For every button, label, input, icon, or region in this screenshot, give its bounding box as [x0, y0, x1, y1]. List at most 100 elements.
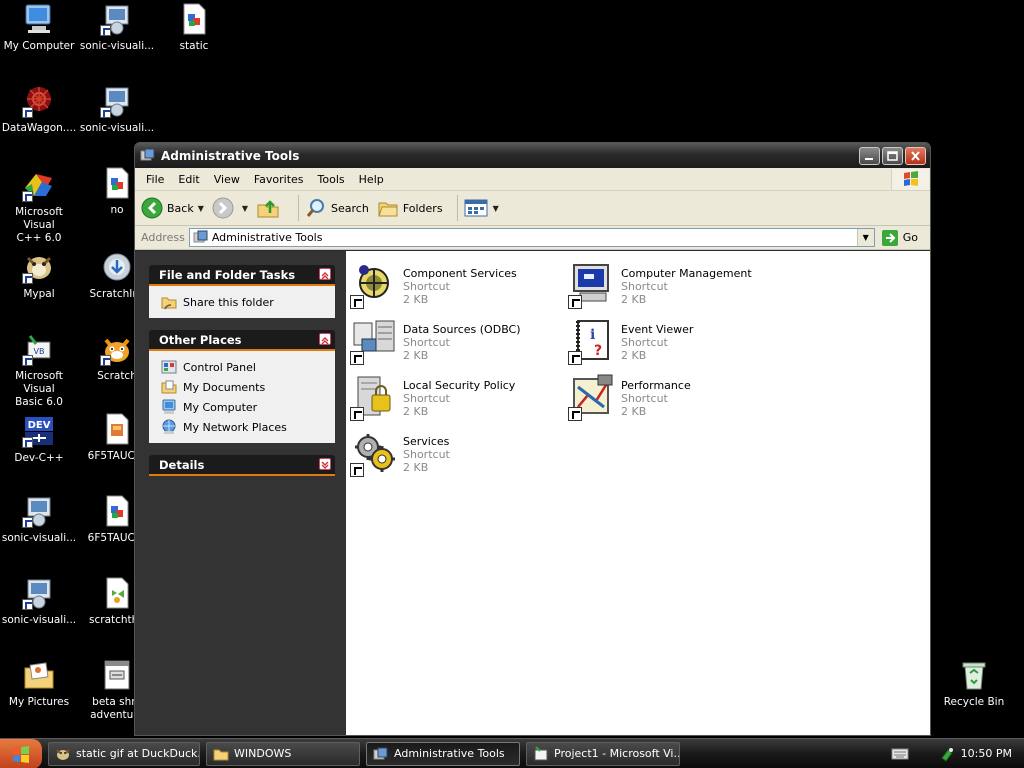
back-button[interactable]: Back ▼	[141, 197, 204, 219]
collapse-chevron-icon[interactable]	[319, 333, 331, 345]
svg-text:i: i	[590, 327, 595, 343]
desktop-icon-sonic-visualiser-1[interactable]: sonic-visuali...	[78, 2, 156, 53]
task-pane: File and Folder Tasks Share this folder …	[135, 251, 346, 735]
maximize-button[interactable]	[882, 146, 903, 165]
file-folder-tasks-header[interactable]: File and Folder Tasks	[149, 265, 335, 286]
data-sources-icon	[350, 317, 398, 365]
svg-text:DEV: DEV	[28, 420, 51, 431]
keyboard-icon[interactable]	[891, 747, 909, 761]
title-bar[interactable]: Administrative Tools	[135, 143, 930, 168]
desktop-icon-sonic-visualiser-2[interactable]: sonic-visuali...	[78, 84, 156, 135]
back-dropdown-icon[interactable]: ▼	[198, 204, 204, 213]
menu-edit[interactable]: Edit	[171, 173, 206, 186]
task-windows-folder[interactable]: WINDOWS	[206, 741, 360, 766]
menu-favorites[interactable]: Favorites	[247, 173, 311, 186]
close-button[interactable]	[905, 146, 926, 165]
image-file-icon	[100, 412, 134, 446]
views-icon	[464, 199, 488, 217]
my-computer-icon	[162, 399, 176, 414]
task-administrative-tools[interactable]: Administrative Tools	[366, 741, 520, 766]
address-input[interactable]: Administrative Tools ▼	[188, 228, 875, 247]
desktop-icon-visual-cpp[interactable]: Microsoft Visual C++ 6.0	[0, 168, 78, 245]
share-folder-icon	[161, 297, 177, 310]
folders-label: Folders	[402, 201, 443, 215]
menu-file[interactable]: File	[139, 173, 171, 186]
datawagon-icon	[22, 84, 56, 118]
installer-icon	[100, 2, 134, 36]
expand-chevron-icon[interactable]	[319, 458, 331, 470]
window-title: Administrative Tools	[161, 148, 300, 163]
other-places-header[interactable]: Other Places	[149, 330, 335, 351]
control-panel-link[interactable]: Control Panel	[161, 357, 335, 377]
other-places-panel: Other Places Control Panel My Documents	[149, 330, 335, 443]
minimize-button[interactable]	[859, 146, 880, 165]
go-arrow-icon	[881, 229, 898, 246]
details-header[interactable]: Details	[149, 455, 335, 476]
forward-arrow-icon	[212, 197, 234, 219]
my-network-places-link[interactable]: My Network Places	[161, 417, 335, 437]
file-item-computer-management[interactable]: Computer Management Shortcut 2 KB	[564, 257, 774, 309]
visual-cpp-icon	[22, 168, 56, 202]
go-button[interactable]: Go	[881, 229, 918, 247]
system-tray: 10:50 PM	[881, 739, 1024, 768]
my-documents-icon	[161, 380, 177, 394]
menu-view[interactable]: View	[207, 173, 247, 186]
minimize-icon	[865, 157, 873, 160]
address-dropdown-button[interactable]: ▼	[856, 229, 874, 246]
desktop-icon-sonic-visualiser-3[interactable]: sonic-visuali...	[0, 494, 78, 545]
windows-flag-icon	[904, 171, 918, 186]
browser-icon	[56, 748, 70, 760]
my-computer-link[interactable]: My Computer	[161, 397, 335, 417]
task-duckduckgo[interactable]: static gif at DuckDuck...	[48, 741, 200, 766]
clock[interactable]: 10:50 PM	[961, 747, 1012, 760]
folders-button[interactable]: Folders	[377, 197, 443, 219]
file-item-data-sources[interactable]: Data Sources (ODBC) Shortcut 2 KB	[346, 313, 556, 365]
address-value: Administrative Tools	[211, 231, 323, 244]
app-window-icon	[100, 658, 134, 692]
event-viewer-icon: i?	[568, 317, 616, 365]
safely-remove-hardware-icon[interactable]	[939, 746, 955, 762]
desktop-icon-my-pictures[interactable]: My Pictures	[0, 658, 78, 709]
desktop-icon-devcpp[interactable]: DEV Dev-C++	[0, 414, 78, 465]
collapse-chevron-icon[interactable]	[319, 268, 331, 280]
desktop-icon-my-computer[interactable]: My Computer	[0, 2, 78, 53]
desktop-icon-static[interactable]: static	[155, 2, 233, 53]
my-pictures-icon	[22, 658, 56, 692]
services-icon	[350, 429, 398, 477]
installer-icon	[100, 84, 134, 118]
explorer-window: Administrative Tools File Edit View Favo…	[134, 142, 931, 736]
forward-button[interactable]: ▼	[212, 197, 248, 219]
maximize-icon	[887, 150, 898, 161]
file-item-component-services[interactable]: Component Services Shortcut 2 KB	[346, 257, 556, 309]
search-icon	[306, 199, 325, 217]
file-folder-tasks-body: Share this folder	[149, 286, 335, 318]
task-project1-visual-basic[interactable]: Project1 - Microsoft Vi...	[526, 741, 680, 766]
windows-logo	[891, 169, 929, 190]
views-button[interactable]: ▼	[464, 198, 499, 218]
desktop-icon-datawagon[interactable]: DataWagon....	[0, 84, 78, 135]
menu-tools[interactable]: Tools	[311, 173, 352, 186]
other-places-body: Control Panel My Documents My Computer M…	[149, 351, 335, 443]
views-dropdown-icon[interactable]: ▼	[493, 204, 499, 213]
toolbar-separator	[298, 195, 300, 221]
desktop-icon-visual-basic[interactable]: VB Microsoft Visual Basic 6.0	[0, 332, 78, 409]
image-file-icon	[100, 494, 134, 528]
my-documents-link[interactable]: My Documents	[161, 377, 335, 397]
up-folder-icon	[257, 200, 279, 218]
menu-help[interactable]: Help	[352, 173, 391, 186]
file-item-performance[interactable]: Performance Shortcut 2 KB	[564, 369, 774, 421]
visual-basic-icon	[534, 745, 548, 760]
share-folder-link[interactable]: Share this folder	[161, 292, 335, 312]
file-item-local-security-policy[interactable]: Local Security Policy Shortcut 2 KB	[346, 369, 556, 421]
search-button[interactable]: Search	[305, 197, 369, 219]
desktop-icon-mypal[interactable]: Mypal	[0, 250, 78, 301]
desktop-icon-sonic-visualiser-4[interactable]: sonic-visuali...	[0, 576, 78, 627]
file-item-event-viewer[interactable]: i? Event Viewer Shortcut 2 KB	[564, 313, 774, 365]
file-item-services[interactable]: Services Shortcut 2 KB	[346, 425, 556, 477]
up-folder-button[interactable]	[256, 197, 284, 219]
forward-dropdown-icon[interactable]: ▼	[242, 204, 248, 213]
desktop-icon-recycle-bin[interactable]: Recycle Bin	[935, 658, 1013, 709]
installer-icon	[22, 494, 56, 528]
svg-text:?: ?	[594, 343, 602, 359]
start-button[interactable]	[0, 738, 42, 768]
